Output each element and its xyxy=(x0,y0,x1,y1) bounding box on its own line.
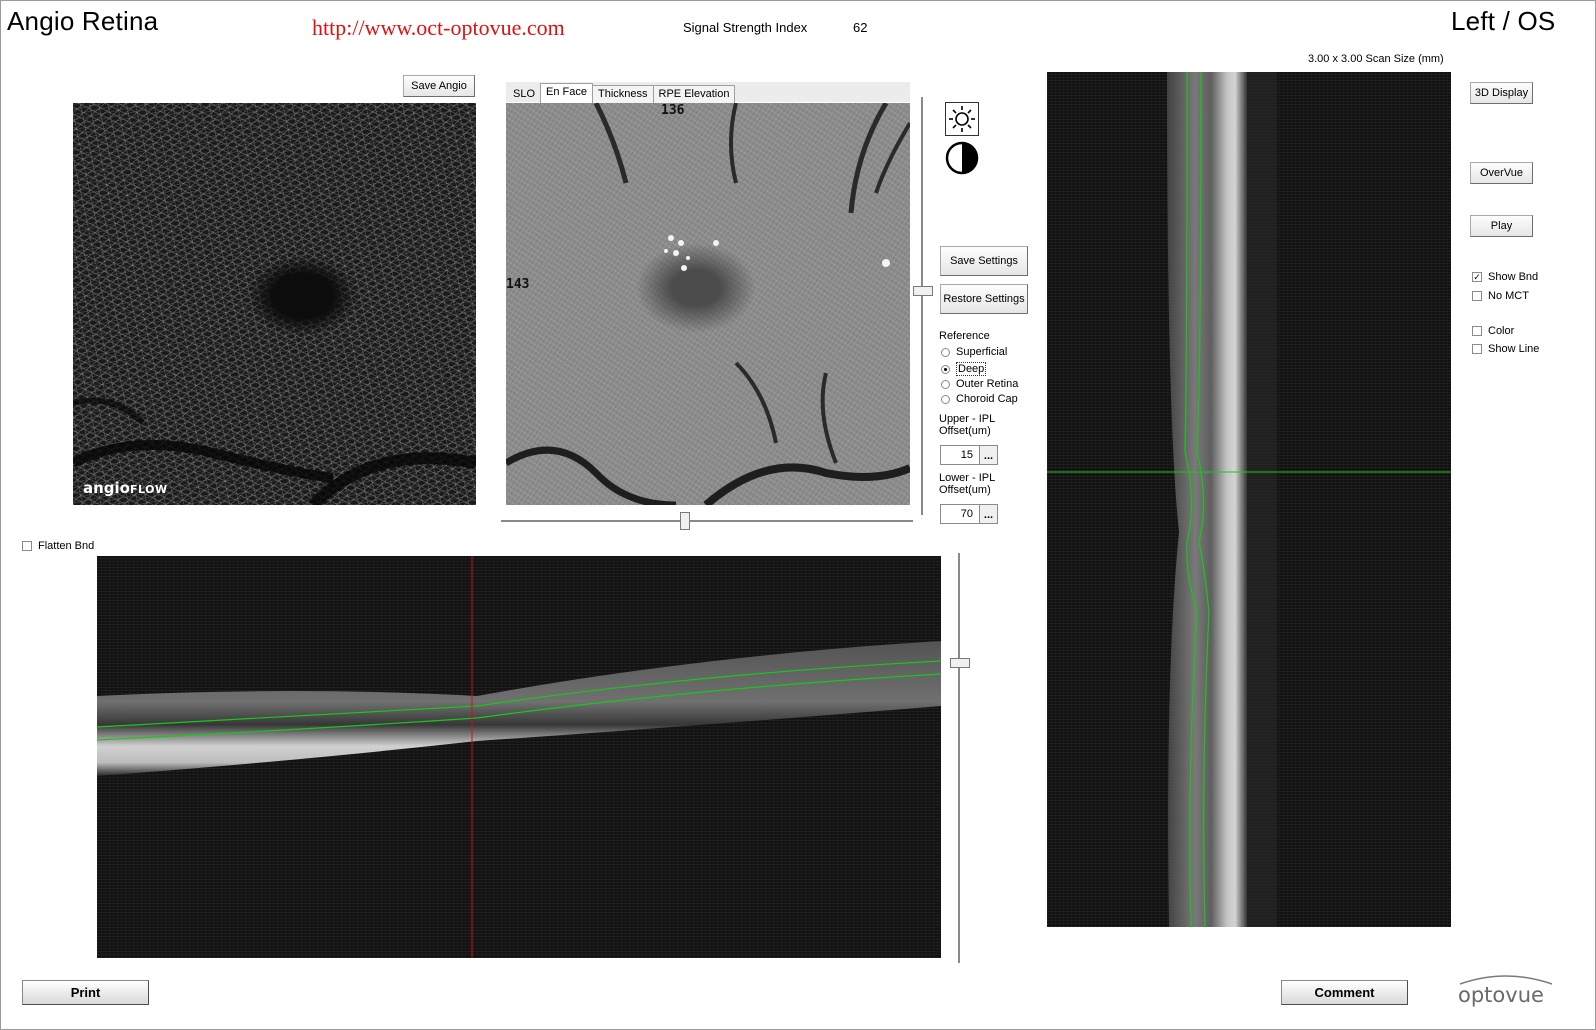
eye-label: Left / OS xyxy=(1451,6,1556,36)
scan-size-label: 3.00 x 3.00 Scan Size (mm) xyxy=(1308,53,1444,65)
upper-offset-label: Upper - IPL Offset(um) xyxy=(939,413,996,437)
overvue-button[interactable]: OverVue xyxy=(1470,162,1533,184)
lower-offset-input[interactable]: 70 xyxy=(940,504,980,524)
bscan-slider-handle[interactable] xyxy=(950,658,970,668)
angioflow-logo: angioFLOW xyxy=(83,479,168,497)
play-button[interactable]: Play xyxy=(1470,215,1533,237)
radio-deep[interactable] xyxy=(941,364,950,374)
lower-offset-field[interactable]: 70 ... xyxy=(940,504,998,524)
bscan-slider-track[interactable] xyxy=(958,553,960,963)
depth-slider-track[interactable] xyxy=(921,97,923,515)
reference-label: Reference xyxy=(939,330,990,342)
sun-icon[interactable] xyxy=(945,102,979,136)
option-show-bnd[interactable]: ✓ Show Bnd xyxy=(1472,271,1538,283)
radio-choroid-cap[interactable] xyxy=(941,394,950,404)
horizontal-bscan-overlay xyxy=(97,556,941,958)
enface-slider-handle[interactable] xyxy=(680,512,690,530)
save-settings-button[interactable]: Save Settings xyxy=(940,246,1028,276)
comment-button[interactable]: Comment xyxy=(1281,980,1408,1005)
tab-slo[interactable]: SLO xyxy=(507,85,541,104)
signal-strength-label: Signal Strength Index xyxy=(683,20,808,35)
3d-display-button[interactable]: 3D Display xyxy=(1470,82,1533,104)
vertical-bscan-overlay xyxy=(1047,72,1451,927)
optovue-logo-text: optovue xyxy=(1458,983,1544,1007)
radio-outer-retina[interactable] xyxy=(941,379,950,389)
lower-offset-label: Lower - IPL Offset(um) xyxy=(939,472,996,496)
tab-thickness[interactable]: Thickness xyxy=(591,85,654,104)
enface-slider-track[interactable] xyxy=(501,520,913,522)
radio-superficial[interactable] xyxy=(941,347,950,357)
brightness-glyph xyxy=(949,106,975,132)
upper-offset-browse-button[interactable]: ... xyxy=(980,445,998,465)
upper-offset-field[interactable]: 15 ... xyxy=(940,445,998,465)
print-button[interactable]: Print xyxy=(22,980,149,1005)
contrast-glyph xyxy=(945,141,979,175)
optovue-logo: optovue xyxy=(1456,972,1556,1012)
contrast-icon[interactable] xyxy=(945,141,979,175)
enface-left-label: 143 xyxy=(506,277,530,292)
option-flatten-bnd[interactable]: Flatten Bnd xyxy=(22,540,94,552)
app-title: Angio Retina xyxy=(7,6,159,36)
website-url: http://www.oct-optovue.com xyxy=(312,15,565,40)
enface-image[interactable] xyxy=(506,103,910,505)
checkbox-flatten-bnd[interactable] xyxy=(22,541,32,551)
option-color[interactable]: Color xyxy=(1472,325,1514,337)
option-show-line[interactable]: Show Line xyxy=(1472,343,1539,355)
enface-top-label: 136 xyxy=(661,103,685,118)
enface-vessel-overlay xyxy=(506,103,910,505)
checkbox-no-mct[interactable] xyxy=(1472,291,1482,301)
checkbox-show-line[interactable] xyxy=(1472,344,1482,354)
horizontal-bscan-image[interactable] xyxy=(97,556,941,958)
reference-option-deep[interactable]: Deep xyxy=(941,362,987,376)
vertical-bscan-image[interactable] xyxy=(1047,72,1451,927)
reference-option-superficial[interactable]: Superficial xyxy=(941,346,1007,358)
angio-flow-image: angioFLOW xyxy=(73,103,476,505)
angio-vessel-overlay xyxy=(73,397,476,505)
signal-strength-value: 62 xyxy=(853,20,868,35)
depth-slider-handle[interactable] xyxy=(913,286,933,296)
checkbox-color[interactable] xyxy=(1472,326,1482,336)
reference-option-choroid-cap[interactable]: Choroid Cap xyxy=(941,393,1018,405)
option-no-mct[interactable]: No MCT xyxy=(1472,290,1529,302)
save-angio-button[interactable]: Save Angio xyxy=(403,75,475,97)
upper-offset-input[interactable]: 15 xyxy=(940,445,980,465)
lower-offset-browse-button[interactable]: ... xyxy=(980,504,998,524)
tab-rpe-elevation[interactable]: RPE Elevation xyxy=(652,85,736,104)
checkbox-show-bnd[interactable]: ✓ xyxy=(1472,272,1482,282)
restore-settings-button[interactable]: Restore Settings xyxy=(940,284,1028,314)
tab-en-face[interactable]: En Face xyxy=(540,83,593,104)
reference-option-outer-retina[interactable]: Outer Retina xyxy=(941,378,1018,390)
